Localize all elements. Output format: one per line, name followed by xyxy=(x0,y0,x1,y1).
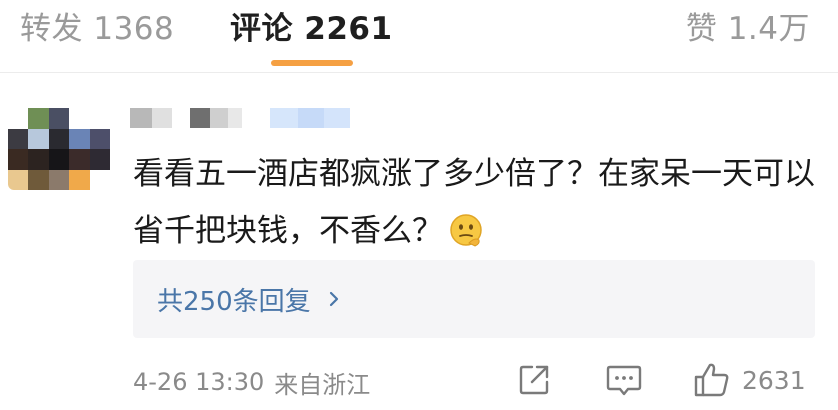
replies-panel: 共250条回复 xyxy=(133,260,815,338)
share-button[interactable] xyxy=(515,360,553,400)
comment-meta: 4-26 13:30 来自浙江 xyxy=(133,366,371,399)
reply-button[interactable] xyxy=(604,360,644,400)
tab-repost[interactable]: 转发 1368 xyxy=(20,0,174,50)
comment-icon xyxy=(604,361,644,399)
username-blurred[interactable] xyxy=(130,108,360,134)
tab-likes[interactable]: 赞 1.4万 xyxy=(686,0,810,50)
like-button[interactable]: 2631 xyxy=(692,360,806,400)
comment-date: 4-26 13:30 xyxy=(133,368,265,396)
comment-body: 看看五一酒店都疯涨了多少倍了？在家呆一天可以省千把块钱，不香么？ xyxy=(133,146,823,260)
comment-tabs: 转发 1368 评论 2261 赞 1.4万 xyxy=(0,0,838,70)
avatar[interactable] xyxy=(8,108,110,190)
share-icon xyxy=(515,361,553,399)
comment-location: 来自浙江 xyxy=(274,370,371,399)
view-replies-link[interactable]: 共250条回复 xyxy=(157,281,345,318)
like-count: 2631 xyxy=(742,365,806,395)
thinking-face-icon xyxy=(449,213,483,247)
chevron-right-icon xyxy=(323,288,345,310)
tab-comments[interactable]: 评论 2261 xyxy=(230,0,393,50)
thumbs-up-icon xyxy=(692,361,732,399)
replies-count-label: 共250条回复 xyxy=(157,286,311,317)
active-tab-indicator xyxy=(271,60,353,66)
tab-divider xyxy=(0,72,838,73)
